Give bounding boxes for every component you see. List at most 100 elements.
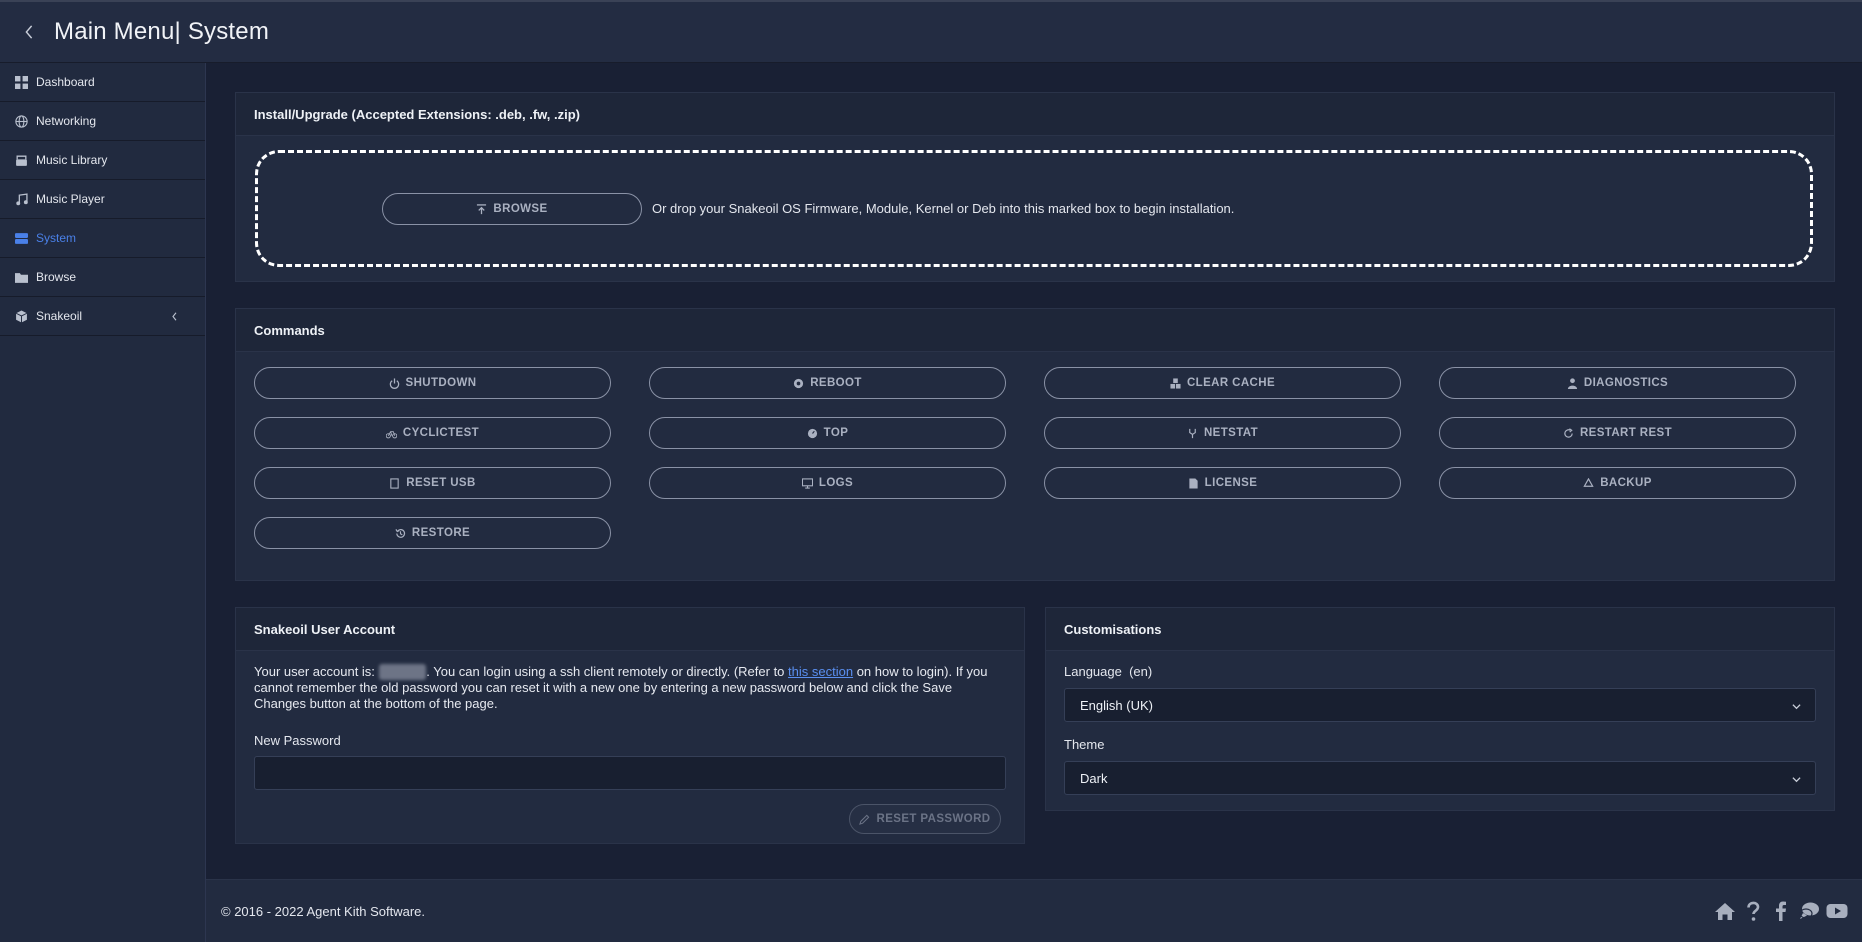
netstat-label: NETSTAT xyxy=(1203,427,1259,439)
theme-label: Theme xyxy=(1064,737,1105,752)
dashboard-icon xyxy=(15,75,28,89)
page-title: Main Menu| System xyxy=(54,18,270,45)
reboot-button[interactable]: REBOOT xyxy=(649,367,1006,399)
shutdown-button[interactable]: SHUTDOWN xyxy=(254,367,611,399)
sidebar-item-label: Networking xyxy=(36,114,97,128)
sidebar-item-music-player[interactable]: Music Player xyxy=(0,180,205,219)
customisations-card-title: Customisations xyxy=(1046,608,1834,651)
logs-button[interactable]: LOGS xyxy=(649,467,1006,499)
sidebar-item-label: Music Library xyxy=(36,153,108,167)
netstat-button[interactable]: NETSTAT xyxy=(1044,417,1401,449)
chevron-down-icon xyxy=(1792,777,1801,783)
shutdown-label: SHUTDOWN xyxy=(405,377,477,389)
footer: © 2016 - 2022 Agent Kith Software. xyxy=(206,879,1862,942)
recycle-icon xyxy=(1583,477,1594,487)
backup-label: BACKUP xyxy=(1600,477,1652,489)
youtube-icon[interactable] xyxy=(1826,900,1848,922)
browse-button[interactable]: BROWSE xyxy=(382,193,642,225)
music-note-icon xyxy=(16,192,28,205)
social-links xyxy=(1714,900,1848,922)
bicycle-icon xyxy=(385,430,397,438)
chevron-down-icon xyxy=(1792,704,1801,710)
install-card-title: Install/Upgrade (Accepted Extensions: .d… xyxy=(236,93,1834,136)
diagnostics-button[interactable]: DIAGNOSTICS xyxy=(1439,367,1796,399)
sidebar: Dashboard Networking Music Library Music… xyxy=(0,63,206,942)
sidebar-item-label: Snakeoil xyxy=(36,309,83,323)
license-label: LICENSE xyxy=(1204,477,1258,489)
account-description: Your user account is: snakeoil. You can … xyxy=(254,664,1004,712)
top-button[interactable]: TOP xyxy=(649,417,1006,449)
pencil-icon xyxy=(859,814,870,825)
home-icon[interactable] xyxy=(1714,900,1736,922)
chat-icon[interactable] xyxy=(1798,900,1820,922)
cyclictest-label: CYCLICTEST xyxy=(402,427,480,439)
desktop-icon xyxy=(801,477,813,489)
new-password-input[interactable] xyxy=(254,756,1006,790)
square-icon xyxy=(390,477,399,489)
login-help-link[interactable]: this section xyxy=(788,664,853,679)
sidebar-item-label: System xyxy=(36,231,77,245)
browse-label: BROWSE xyxy=(493,203,548,215)
cubes-icon xyxy=(1170,377,1181,389)
restore-button[interactable]: RESTORE xyxy=(254,517,611,549)
restart-rest-button[interactable]: RESTART REST xyxy=(1439,417,1796,449)
top-bar: Main Menu| System xyxy=(0,0,1862,63)
user-doctor-icon xyxy=(1567,377,1577,389)
top-label: TOP xyxy=(823,427,849,439)
sidebar-item-networking[interactable]: Networking xyxy=(0,102,205,141)
user-account-card-title: Snakeoil User Account xyxy=(236,608,1024,651)
main-content: Install/Upgrade (Accepted Extensions: .d… xyxy=(206,63,1862,879)
theme-select[interactable]: Dark xyxy=(1064,761,1816,795)
reset-password-label: RESET PASSWORD xyxy=(876,813,991,825)
sidebar-item-label: Dashboard xyxy=(36,75,95,89)
drop-instructions: Or drop your Snakeoil OS Firmware, Modul… xyxy=(652,201,1235,216)
reboot-icon xyxy=(794,378,804,388)
tachometer-icon xyxy=(807,428,817,438)
language-select[interactable]: English (UK) xyxy=(1064,688,1816,722)
user-account-card: Snakeoil User Account Your user account … xyxy=(235,607,1025,844)
sidebar-item-label: Browse xyxy=(36,270,77,284)
library-icon xyxy=(16,155,27,166)
back-chevron-icon[interactable] xyxy=(22,25,36,39)
sidebar-item-snakeoil[interactable]: Snakeoil xyxy=(0,297,205,336)
commands-card-title: Commands xyxy=(236,309,1834,352)
theme-value: Dark xyxy=(1080,770,1108,786)
sidebar-item-music-library[interactable]: Music Library xyxy=(0,141,205,180)
language-label: Language (en) xyxy=(1064,664,1153,679)
history-icon xyxy=(395,528,405,538)
cyclictest-button[interactable]: CYCLICTEST xyxy=(254,417,611,449)
sidebar-item-browse[interactable]: Browse xyxy=(0,258,205,297)
sidebar-item-dashboard[interactable]: Dashboard xyxy=(0,63,205,102)
facebook-icon[interactable] xyxy=(1770,900,1792,922)
sidebar-item-label: Music Player xyxy=(36,192,105,206)
clear-cache-button[interactable]: CLEAR CACHE xyxy=(1044,367,1401,399)
network-fork-icon xyxy=(1189,428,1196,438)
new-password-label: New Password xyxy=(254,733,341,748)
server-icon xyxy=(15,232,28,244)
power-icon xyxy=(389,377,399,389)
help-icon[interactable] xyxy=(1742,900,1764,922)
language-value: English (UK) xyxy=(1080,697,1153,713)
file-icon xyxy=(1189,477,1198,489)
account-text-mid: . You can login using a ssh client remot… xyxy=(426,664,789,679)
customisations-card: Customisations Language (en) English (UK… xyxy=(1045,607,1835,811)
copyright-text: © 2016 - 2022 Agent Kith Software. xyxy=(221,904,425,919)
sidebar-item-system[interactable]: System xyxy=(0,219,205,258)
license-button[interactable]: LICENSE xyxy=(1044,467,1401,499)
reset-usb-label: RESET USB xyxy=(406,477,476,489)
cube-icon xyxy=(15,310,28,322)
clear-cache-label: CLEAR CACHE xyxy=(1186,377,1276,389)
chevron-left-icon[interactable] xyxy=(170,311,179,321)
commands-card: Commands SHUTDOWN REBOOT CLEAR CACHE DIA… xyxy=(235,308,1835,581)
folder-icon xyxy=(15,272,28,283)
diagnostics-label: DIAGNOSTICS xyxy=(1583,377,1669,389)
account-text-before: Your user account is: xyxy=(254,664,379,679)
restore-label: RESTORE xyxy=(411,527,471,539)
restart-rest-label: RESTART REST xyxy=(1579,427,1673,439)
reboot-label: REBOOT xyxy=(810,377,862,389)
backup-button[interactable]: BACKUP xyxy=(1439,467,1796,499)
reset-usb-button[interactable]: RESET USB xyxy=(254,467,611,499)
username-blurred: snakeoil xyxy=(378,664,427,680)
refresh-icon xyxy=(1564,427,1573,438)
reset-password-button[interactable]: RESET PASSWORD xyxy=(849,804,1001,834)
